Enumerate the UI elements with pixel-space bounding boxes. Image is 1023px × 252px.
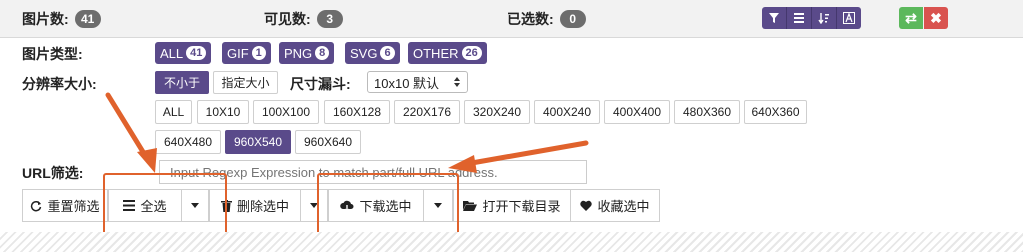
annotation-arrows <box>105 92 589 173</box>
arrow-to-select-all <box>105 92 151 163</box>
hatched-footer <box>0 232 1023 252</box>
arrow-head-select-all <box>137 148 157 173</box>
arrow-head-download <box>448 155 477 173</box>
arrow-to-download <box>463 140 589 167</box>
